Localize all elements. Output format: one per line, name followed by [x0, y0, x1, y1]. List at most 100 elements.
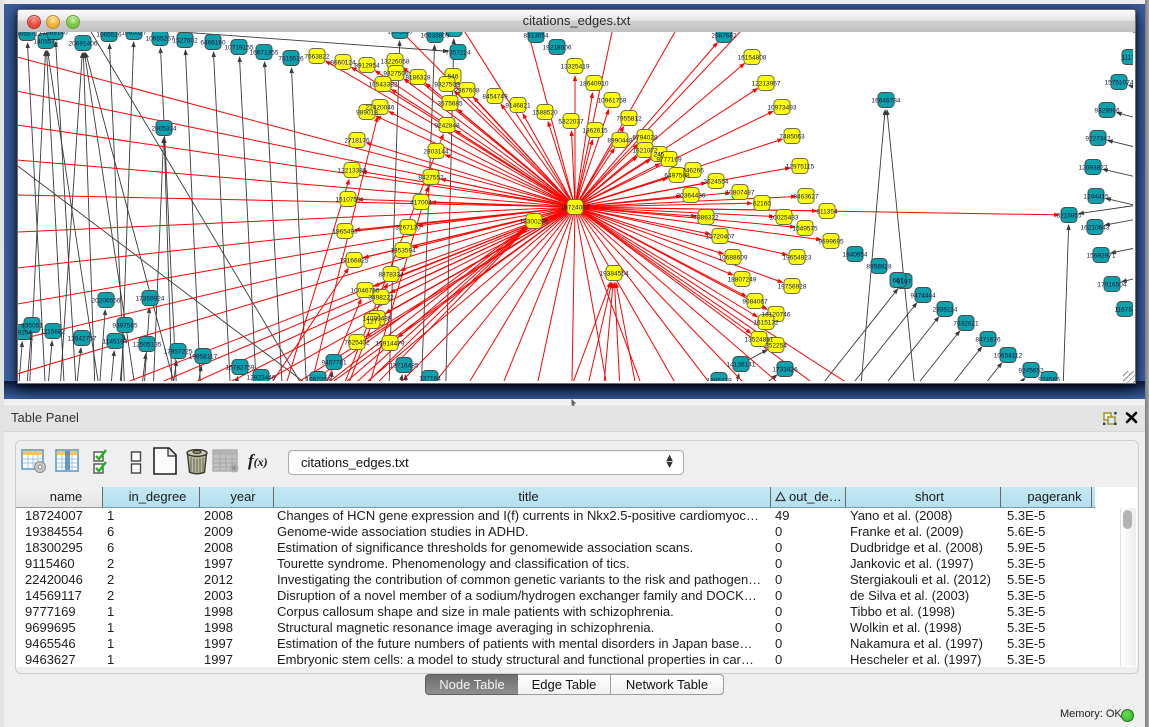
svg-text:1965493: 1965493 [332, 229, 358, 236]
svg-text:1353594: 1353594 [390, 248, 416, 255]
svg-text:127: 127 [367, 319, 378, 326]
svg-text:19218506: 19218506 [543, 45, 572, 52]
svg-text:39154: 39154 [18, 330, 32, 337]
svg-text:14136141: 14136141 [727, 362, 756, 369]
svg-text:9084067: 9084067 [742, 299, 768, 306]
svg-text:9245652: 9245652 [1018, 368, 1044, 375]
svg-text:9227342: 9227342 [1085, 136, 1111, 143]
svg-text:16120746: 16120746 [762, 312, 791, 319]
svg-text:8186328: 8186328 [405, 75, 431, 82]
svg-text:9463627: 9463627 [793, 194, 819, 201]
svg-text:137164: 137164 [419, 376, 441, 382]
svg-text:10807487: 10807487 [726, 190, 755, 197]
svg-text:1092259: 1092259 [305, 377, 331, 382]
svg-text:18640910: 18640910 [580, 81, 609, 88]
svg-text:16914479: 16914479 [376, 341, 405, 348]
svg-text:9457791: 9457791 [321, 360, 347, 367]
svg-text:2803144: 2803144 [423, 149, 449, 156]
svg-text:16033809: 16033809 [421, 33, 450, 40]
svg-text:10025433: 10025433 [770, 215, 799, 222]
svg-text:7357224: 7357224 [445, 50, 471, 57]
svg-text:8215955: 8215955 [1056, 213, 1082, 220]
svg-text:13226058: 13226058 [381, 59, 410, 66]
svg-text:1640954: 1640954 [842, 252, 868, 259]
svg-text:7625402: 7625402 [344, 340, 370, 347]
svg-text:989018: 989018 [356, 110, 378, 117]
svg-text:667: 667 [893, 278, 904, 285]
svg-text:1603380: 1603380 [387, 32, 413, 36]
svg-text:19654923: 19654923 [783, 255, 812, 262]
svg-text:12942757: 12942757 [68, 336, 97, 343]
svg-text:8471676: 8471676 [975, 337, 1001, 344]
svg-text:8990448: 8990448 [607, 138, 633, 145]
svg-text:1115682: 1115682 [41, 329, 66, 336]
svg-text:12923448: 12923448 [247, 375, 276, 382]
svg-text:12505135: 12505135 [133, 342, 162, 349]
svg-text:9329966: 9329966 [1094, 108, 1120, 115]
svg-text:8912954: 8912954 [354, 63, 380, 70]
svg-text:10654112: 10654112 [994, 353, 1023, 360]
svg-text:9777169: 9777169 [656, 157, 682, 164]
svg-text:6794028: 6794028 [632, 135, 658, 142]
svg-text:19384554: 19384554 [600, 271, 629, 278]
svg-text:20364436: 20364436 [677, 193, 706, 200]
svg-text:17359924: 17359924 [136, 296, 165, 303]
svg-text:1065527: 1065527 [121, 32, 147, 37]
svg-text:546: 546 [448, 74, 459, 81]
svg-text:7663822: 7663822 [304, 54, 330, 61]
svg-text:12213389: 12213389 [338, 168, 367, 175]
svg-text:7515526: 7515526 [278, 56, 304, 63]
svg-text:15720407: 15720407 [706, 234, 735, 241]
svg-text:9699695: 9699695 [818, 239, 844, 246]
svg-text:11173: 11173 [1121, 55, 1133, 62]
svg-text:12213967: 12213967 [752, 81, 781, 88]
svg-text:19166825: 19166825 [340, 258, 369, 265]
svg-text:19958117: 19958117 [189, 354, 218, 361]
svg-text:19756928: 19756928 [778, 284, 807, 291]
svg-text:16671355: 16671355 [250, 50, 279, 57]
svg-text:7986322: 7986322 [693, 215, 719, 222]
svg-text:1244415: 1244415 [1083, 194, 1109, 201]
svg-text:2069140: 2069140 [42, 32, 68, 37]
svg-text:62160: 62160 [753, 201, 771, 208]
svg-text:2087682: 2087682 [711, 33, 737, 40]
svg-text:1733426: 1733426 [772, 367, 798, 374]
svg-text:13325419: 13325419 [561, 64, 590, 71]
svg-text:9242848: 9242848 [434, 123, 460, 130]
svg-text:7955812: 7955812 [616, 116, 642, 123]
svg-text:10046756: 10046756 [351, 288, 380, 295]
svg-text:1588520: 1588520 [532, 110, 558, 117]
svg-text:16782759: 16782759 [226, 365, 255, 372]
svg-text:8878334: 8878334 [378, 272, 404, 279]
svg-text:1549575: 1549575 [792, 226, 818, 233]
svg-text:10688609: 10688609 [719, 255, 748, 262]
svg-text:3624554: 3624554 [703, 179, 729, 186]
svg-text:3675685: 3675685 [437, 101, 463, 108]
svg-text:16210643: 16210643 [1081, 225, 1110, 232]
svg-text:8660124: 8660124 [330, 60, 356, 67]
svg-text:6466160: 6466160 [200, 40, 226, 47]
svg-text:881305: 881305 [443, 32, 465, 34]
svg-text:116753: 116753 [1114, 307, 1133, 314]
svg-text:1145194: 1145194 [103, 339, 128, 346]
svg-text:1065526: 1065526 [96, 32, 122, 39]
svg-text:14055712: 14055712 [18, 32, 42, 38]
svg-text:9146821: 9146821 [505, 103, 531, 110]
svg-text:7485063: 7485063 [779, 134, 805, 141]
svg-text:3498222: 3498222 [368, 295, 394, 302]
svg-text:417004: 417004 [410, 200, 432, 207]
svg-text:252254: 252254 [765, 343, 787, 350]
svg-text:1615132: 1615132 [753, 320, 779, 327]
svg-text:2718176: 2718176 [344, 138, 370, 145]
svg-text:20691406: 20691406 [69, 41, 98, 48]
svg-text:811354: 811354 [816, 209, 838, 216]
svg-text:10961758: 10961758 [598, 98, 627, 105]
svg-text:1527602: 1527602 [172, 38, 198, 45]
svg-text:17016504: 17016504 [1098, 282, 1127, 289]
svg-text:1885779: 1885779 [706, 378, 732, 382]
svg-text:9397585: 9397585 [112, 323, 138, 330]
svg-text:2367608: 2367608 [454, 88, 480, 95]
svg-text:10655267: 10655267 [146, 36, 175, 43]
svg-text:12093822: 12093822 [1079, 165, 1108, 172]
svg-text:9474444: 9474444 [910, 293, 936, 300]
